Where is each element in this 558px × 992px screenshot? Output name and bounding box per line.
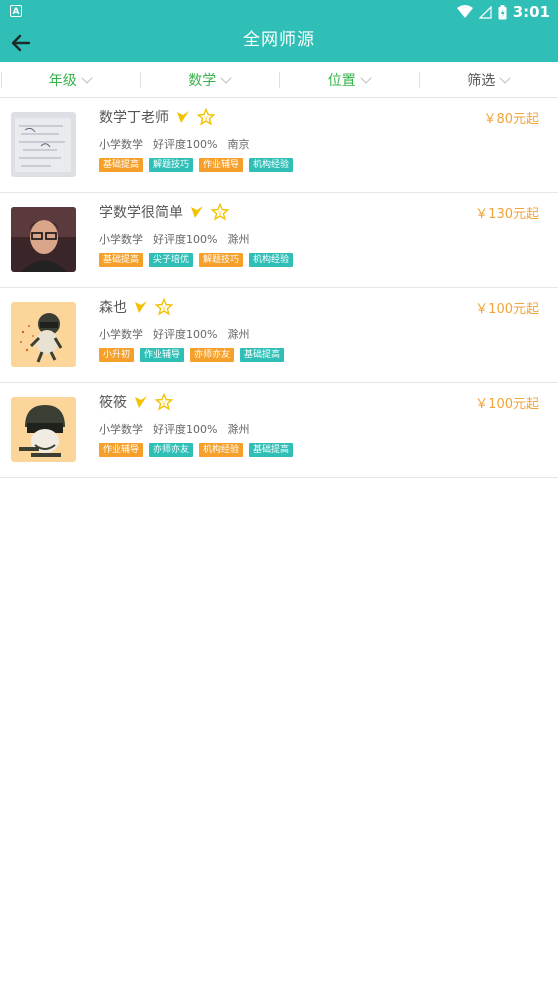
tag: 机构经验 — [249, 253, 294, 267]
filter-subject[interactable]: 数学 — [139, 62, 280, 97]
tag-list: 基础提高 尖子培优 解题技巧 机构经验 — [99, 253, 294, 267]
teacher-meta: 小学数学 好评度100% 南京 — [99, 136, 249, 152]
tag: 机构经验 — [199, 443, 244, 457]
rating: 好评度100% — [153, 328, 218, 341]
subject: 小学数学 — [99, 423, 143, 436]
tag: 基础提高 — [240, 348, 285, 362]
filter-label: 筛选 — [467, 72, 496, 89]
teacher-name: 森也 — [99, 300, 127, 316]
teacher-meta: 小学数学 好评度100% 滁州 — [99, 421, 249, 437]
chevron-down-icon — [360, 71, 372, 84]
teacher-name: 学数学很简单 — [99, 205, 183, 221]
teacher-name: 数学丁老师 — [99, 110, 169, 126]
price: ￥100元起 — [475, 397, 539, 412]
teacher-list: 数学丁老师 V ￥80元起 小学数学 好评度100% 南京 基础提高 解题技巧 … — [0, 98, 558, 478]
rating: 好评度100% — [153, 233, 218, 246]
page-title: 全网师源 — [243, 30, 315, 50]
tag-list: 基础提高 解题技巧 作业辅导 机构经验 — [99, 158, 294, 172]
city: 滁州 — [227, 233, 250, 246]
subject: 小学数学 — [99, 328, 143, 341]
star-badge-icon: V — [155, 298, 173, 316]
star-badge-icon: V — [155, 393, 173, 411]
status-bar: A 3:01 — [0, 0, 558, 24]
filter-label: 年级 — [48, 72, 77, 89]
tag: 尖子培优 — [149, 253, 194, 267]
tag: 亦师亦友 — [190, 348, 235, 362]
tag: 小升初 — [99, 348, 135, 362]
cell-signal-icon — [478, 5, 492, 19]
teacher-name: 筱筱 — [99, 395, 127, 411]
teacher-name-line: 数学丁老师 V — [99, 106, 215, 128]
tag: 作业辅导 — [99, 443, 144, 457]
status-icons: 3:01 — [456, 2, 550, 22]
avatar — [11, 207, 76, 272]
clock: 3:01 — [512, 3, 550, 21]
subject: 小学数学 — [99, 233, 143, 246]
verified-v-icon — [191, 206, 203, 218]
svg-text:V: V — [162, 401, 166, 407]
teacher-name-line: 学数学很简单 V — [99, 201, 229, 223]
teacher-meta: 小学数学 好评度100% 滁州 — [99, 231, 249, 247]
svg-text:V: V — [218, 211, 222, 217]
verified-v-icon — [135, 396, 147, 408]
title-bar: 全网师源 — [0, 24, 558, 62]
filter-location[interactable]: 位置 — [279, 62, 419, 97]
city: 滁州 — [227, 423, 250, 436]
teacher-meta: 小学数学 好评度100% 滁州 — [99, 326, 249, 342]
svg-text:V: V — [162, 306, 166, 312]
tag: 机构经验 — [249, 158, 294, 172]
verified-v-icon — [177, 111, 189, 123]
avatar — [11, 112, 76, 177]
tag: 基础提高 — [99, 158, 144, 172]
svg-text:V: V — [204, 116, 208, 122]
chevron-down-icon — [81, 71, 93, 84]
star-badge-icon: V — [211, 203, 229, 221]
tag: 基础提高 — [249, 443, 294, 457]
verified-v-icon — [135, 301, 147, 313]
teacher-name-line: 森也 V — [99, 296, 173, 318]
app-notification-icon: A — [10, 5, 22, 17]
tag-list: 小升初 作业辅导 亦师亦友 基础提高 — [99, 348, 285, 362]
battery-icon — [498, 4, 507, 19]
subject: 小学数学 — [99, 138, 143, 151]
wifi-icon — [456, 5, 473, 18]
tag-list: 作业辅导 亦师亦友 机构经验 基础提高 — [99, 443, 294, 457]
chevron-down-icon — [499, 71, 511, 84]
chevron-down-icon — [220, 71, 232, 84]
teacher-item[interactable]: 筱筱 V ￥100元起 小学数学 好评度100% 滁州 作业辅导 亦师亦友 机构… — [0, 383, 558, 478]
star-badge-icon: V — [197, 108, 215, 126]
price: ￥80元起 — [483, 112, 539, 127]
rating: 好评度100% — [153, 423, 218, 436]
tag: 作业辅导 — [199, 158, 244, 172]
filter-label: 数学 — [188, 72, 217, 89]
filter-bar: 年级 数学 位置 筛选 — [0, 62, 558, 98]
tag: 作业辅导 — [140, 348, 185, 362]
city: 南京 — [227, 138, 250, 151]
price: ￥130元起 — [475, 207, 539, 222]
avatar — [11, 302, 76, 367]
teacher-item[interactable]: 数学丁老师 V ￥80元起 小学数学 好评度100% 南京 基础提高 解题技巧 … — [0, 98, 558, 193]
teacher-item[interactable]: 森也 V ￥100元起 小学数学 好评度100% 滁州 小升初 作业辅导 亦师亦… — [0, 288, 558, 383]
price: ￥100元起 — [475, 302, 539, 317]
city: 滁州 — [227, 328, 250, 341]
tag: 亦师亦友 — [149, 443, 194, 457]
tag: 解题技巧 — [149, 158, 194, 172]
teacher-item[interactable]: 学数学很简单 V ￥130元起 小学数学 好评度100% 滁州 基础提高 尖子培… — [0, 193, 558, 288]
filter-grade[interactable]: 年级 — [0, 62, 140, 97]
avatar — [11, 397, 76, 462]
tag: 解题技巧 — [199, 253, 244, 267]
rating: 好评度100% — [153, 138, 218, 151]
filter-label: 位置 — [327, 72, 356, 89]
tag: 基础提高 — [99, 253, 144, 267]
teacher-name-line: 筱筱 V — [99, 391, 173, 413]
filter-more[interactable]: 筛选 — [418, 62, 558, 97]
